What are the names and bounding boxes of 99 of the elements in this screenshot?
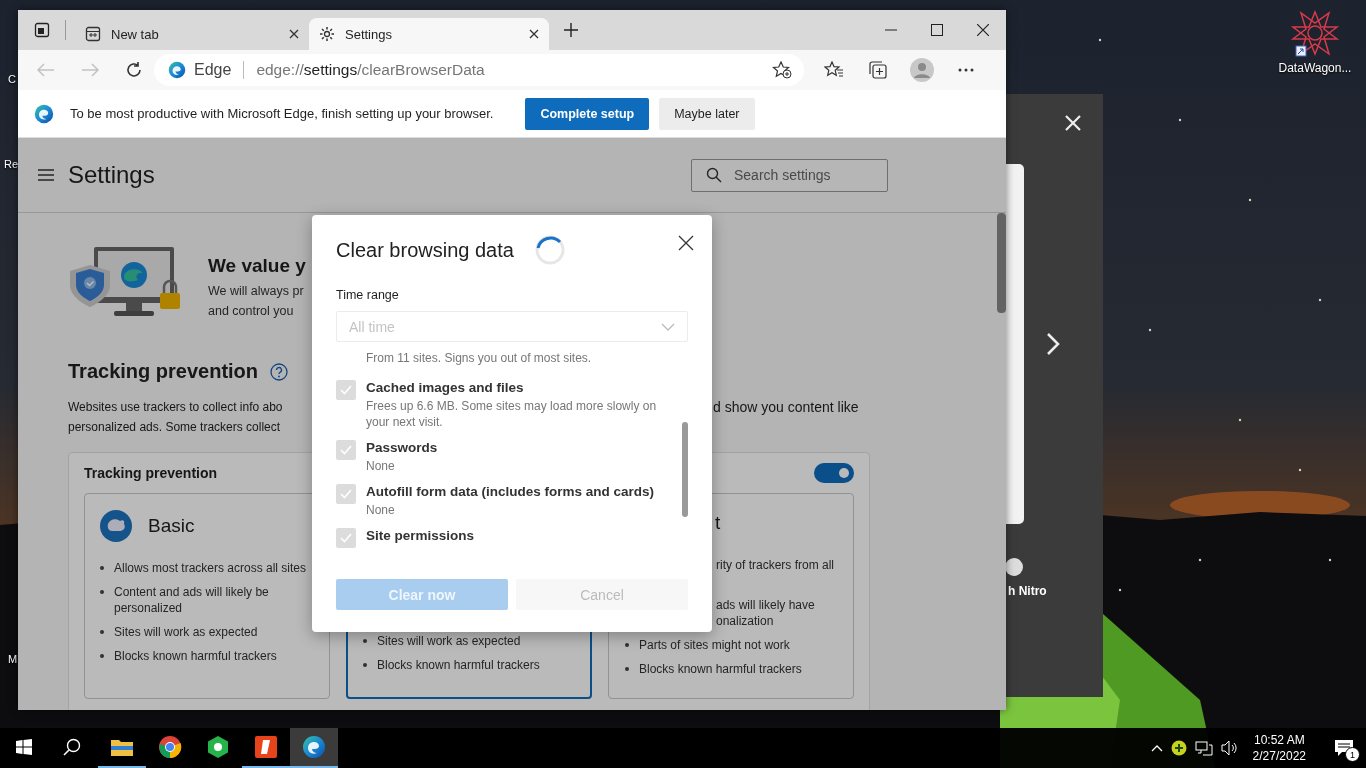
tab-actions-icon[interactable] (34, 22, 50, 38)
refresh-icon[interactable] (125, 61, 143, 79)
bullet-text: Sites will work as expected (114, 624, 258, 640)
option-label: h Nitro (1008, 584, 1047, 598)
page-title: Settings (68, 161, 155, 189)
close-icon[interactable] (977, 24, 989, 36)
section-title: We value y (208, 255, 306, 277)
bullet-icon (625, 667, 629, 671)
url-text: edge://settings/clearBrowserData (256, 61, 486, 79)
option-title: t (715, 512, 721, 534)
close-icon[interactable] (529, 29, 539, 39)
search-icon[interactable] (63, 738, 81, 756)
bullet-icon (363, 639, 367, 643)
maximize-icon[interactable] (931, 24, 943, 36)
clock-date[interactable]: 2/27/2022 (1252, 748, 1306, 764)
bullet-text: Content and ads will likely be personalized (114, 584, 270, 616)
network-icon[interactable] (1194, 740, 1213, 756)
bullet-text: onalization (716, 613, 774, 629)
complete-setup-button[interactable]: Complete setup (525, 97, 650, 130)
plus-circle-icon[interactable] (1170, 740, 1187, 756)
body-text: personalized ads. Some trackers collect (68, 419, 282, 436)
desktop-icon-label: DataWagon... (1278, 61, 1352, 75)
bullet-text: ads will likely have (716, 597, 815, 613)
item-description: From 11 sites. Signs you out of most sites. (365, 352, 593, 364)
field-label: Time range (336, 288, 400, 302)
search-field[interactable]: Search settings (691, 158, 888, 192)
page-icon (85, 26, 101, 42)
star-pattern-icon[interactable] (1290, 10, 1340, 58)
infobar-message: To be most productive with Microsoft Edge, finish setting up your browser. (70, 106, 494, 121)
bullet-icon (100, 590, 104, 594)
scrollbar-thumb[interactable] (997, 213, 1006, 313)
bullet-text: Sites will work as expected (377, 633, 521, 649)
collections-icon[interactable] (869, 61, 887, 79)
item-label: Passwords (366, 439, 439, 457)
section-heading: Tracking prevention (68, 360, 259, 383)
body-text: d show you content like (713, 398, 859, 417)
checkmark-icon (340, 489, 352, 499)
speaker-icon[interactable] (1220, 740, 1239, 756)
checkmark-icon (340, 385, 352, 395)
body-text: Websites use trackers to collect info abo (68, 399, 284, 416)
item-label: Cached images and files (366, 379, 525, 397)
browser-logo-icon (34, 103, 54, 124)
bullet-icon (625, 643, 629, 647)
star-plus-icon[interactable] (772, 61, 792, 79)
bullet-icon (100, 654, 104, 658)
address-bar[interactable]: Edge edge://settings/clearBrowserData (154, 54, 804, 86)
browser-tab[interactable]: New tab (75, 18, 309, 50)
bullet-icon (100, 566, 104, 570)
bullet-text: Parts of sites might not work (639, 637, 790, 653)
favorites-icon[interactable] (824, 61, 844, 79)
bullet-text: Allows most trackers across all sites (114, 560, 307, 576)
gear-icon (319, 26, 335, 42)
document-app-icon[interactable] (254, 735, 278, 759)
clock-time[interactable]: 10:52 AM (1253, 732, 1305, 748)
site-label: Edge (194, 61, 232, 79)
folder-icon[interactable] (110, 737, 134, 757)
more-icon[interactable] (958, 68, 974, 72)
bullet-text: rity of trackers from all (716, 557, 835, 573)
bullet-icon (100, 630, 104, 634)
chrome-logo-icon[interactable] (158, 735, 182, 759)
hexagon-app-icon[interactable] (206, 735, 230, 759)
menu-icon[interactable] (37, 168, 55, 182)
taskbar-app-button[interactable] (290, 728, 338, 768)
item-description: None (366, 458, 396, 474)
chevron-up-icon[interactable] (1150, 744, 1163, 752)
windows-start-icon[interactable] (16, 739, 32, 755)
checkmark-icon (340, 445, 352, 455)
avatar-icon[interactable] (910, 58, 934, 82)
dismiss-button[interactable]: Maybe later (659, 97, 755, 130)
bullet-text: Blocks known harmful trackers (377, 657, 540, 673)
search-icon (706, 167, 722, 183)
chevron-down-icon (661, 322, 675, 331)
body-text: and control you (208, 303, 295, 320)
basic-level-icon (100, 510, 132, 542)
bullet-text: Blocks known harmful trackers (639, 661, 802, 677)
item-label: Site permissions (366, 527, 476, 545)
body-text: We will always pr (208, 283, 305, 300)
browser-logo-icon (302, 735, 326, 759)
close-button[interactable] (676, 233, 696, 253)
browser-logo-icon (168, 61, 186, 79)
item-description: Frees up 6.6 MB. Some sites may load more slowly on your next visit. (366, 398, 658, 430)
bullet-text: Blocks known harmful trackers (114, 648, 277, 664)
help-icon[interactable] (270, 362, 289, 381)
chevron-right-icon[interactable] (1046, 332, 1060, 356)
close-icon[interactable] (289, 29, 299, 39)
bullet-icon (363, 663, 367, 667)
desktop-icon-label: M (8, 653, 18, 665)
option-title: Basic (148, 515, 195, 537)
browser-tab[interactable]: Settings (309, 18, 549, 50)
dialog-title: Clear browsing data (336, 238, 514, 262)
item-description: None (366, 502, 396, 518)
notification-badge: 1 (1345, 747, 1360, 762)
desktop-icon-label: C (8, 73, 16, 85)
checkmark-icon (340, 533, 352, 543)
desktop-icon-label: Re (4, 158, 19, 170)
scrollbar-thumb[interactable] (682, 422, 688, 517)
new-tab-icon[interactable] (563, 22, 579, 38)
card-title: Tracking prevention (84, 465, 218, 481)
toggle-switch[interactable] (814, 463, 854, 483)
